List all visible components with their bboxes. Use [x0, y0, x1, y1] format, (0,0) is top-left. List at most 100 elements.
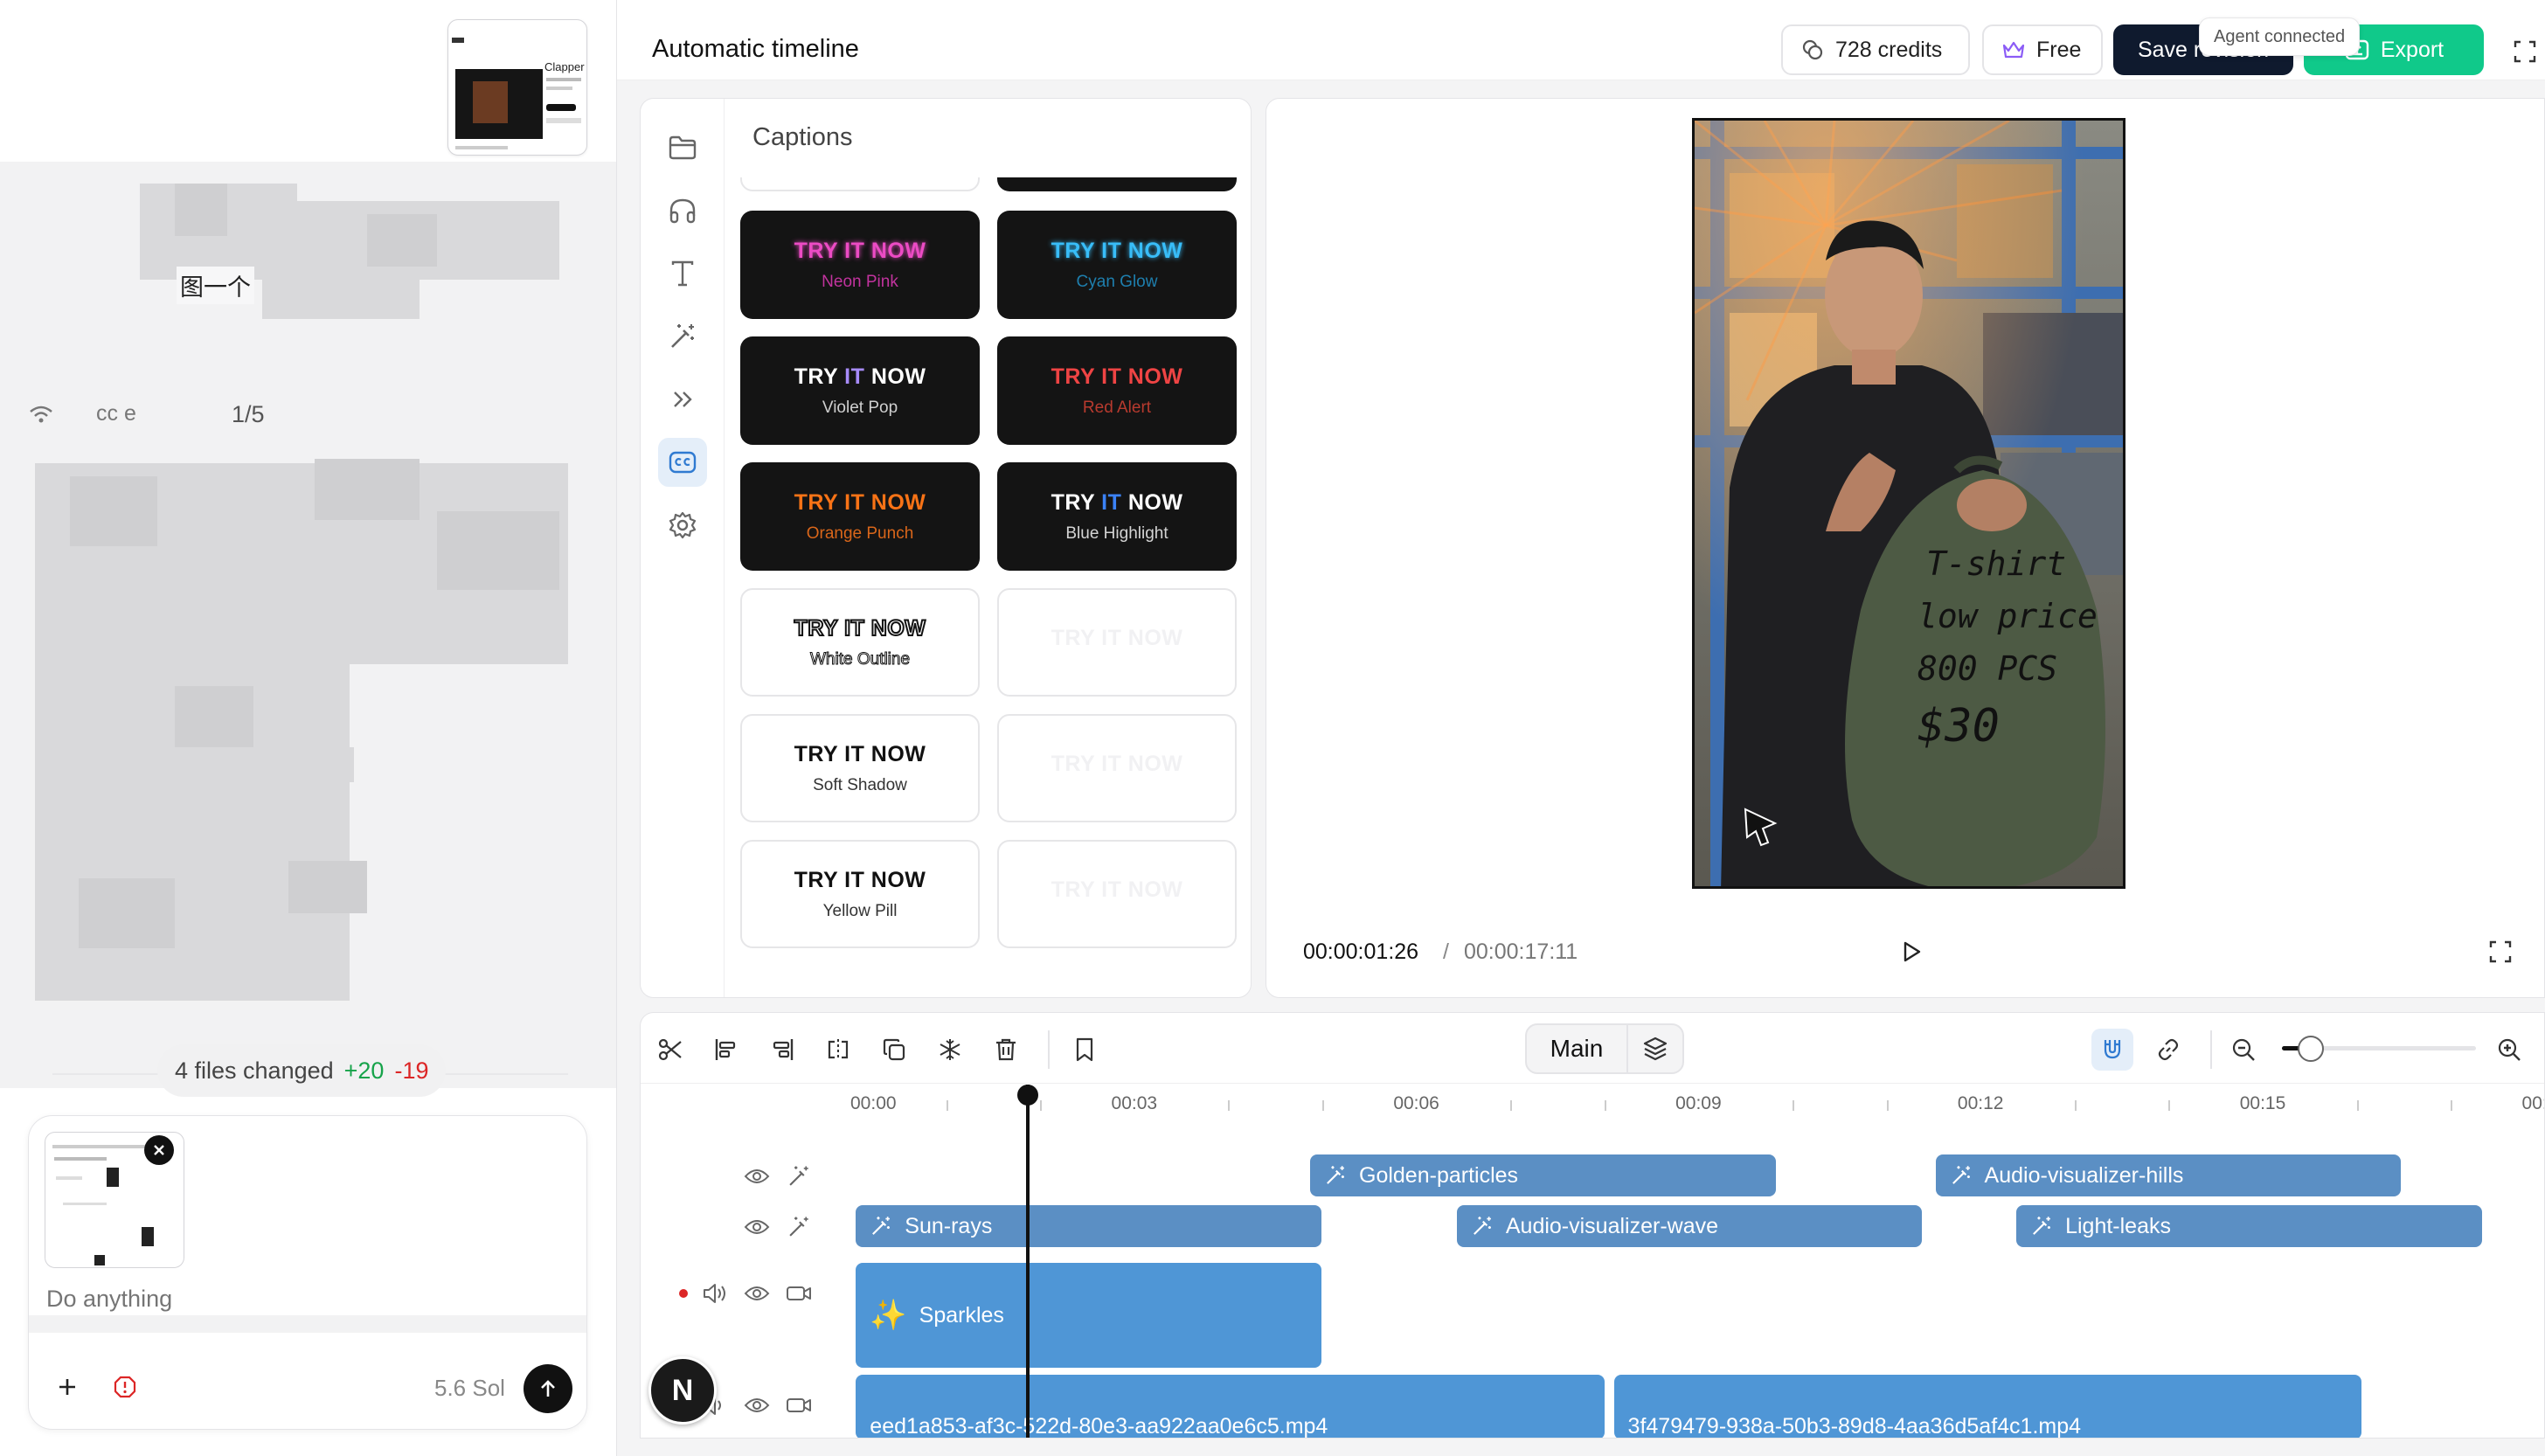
coins-icon — [1800, 38, 1825, 62]
timeline-clip[interactable]: Light-leaks — [2016, 1205, 2482, 1247]
caption-style-card[interactable]: TRY IT NOW Yellow Pill — [740, 840, 980, 948]
timeline-clip[interactable]: Golden-particles — [1310, 1154, 1776, 1196]
track-visibility-toggle[interactable] — [742, 1279, 772, 1308]
caption-style-card[interactable]: Neon Green — [997, 177, 1237, 191]
avatar-letter: N — [671, 1373, 694, 1407]
track-visibility-toggle[interactable] — [742, 1212, 772, 1242]
rail-audio[interactable] — [658, 186, 707, 235]
magic-wand-icon — [2030, 1215, 2053, 1238]
rail-effects[interactable] — [658, 312, 707, 361]
clip-label: Golden-particles — [1359, 1162, 1519, 1188]
fullscreen-icon[interactable] — [2510, 37, 2540, 66]
track-camera-toggle[interactable] — [784, 1390, 814, 1420]
ruler-tick — [1228, 1100, 1231, 1111]
track-camera-toggle[interactable] — [784, 1279, 814, 1308]
rail-folder[interactable] — [658, 123, 707, 172]
zoom-in-button[interactable] — [2488, 1029, 2530, 1071]
ruler-tick — [1604, 1100, 1606, 1111]
caption-style-card[interactable]: TRY IT NOW Violet Pop — [740, 336, 980, 445]
video-camera-icon — [786, 1395, 812, 1416]
split-icon — [825, 1037, 851, 1063]
headphones-icon — [668, 197, 697, 225]
duplicate-button[interactable] — [873, 1029, 915, 1071]
video-preview-panel: T-shirt low price 800 PCS $30 00:00:01:2… — [1266, 98, 2545, 998]
caption-style-card[interactable]: TRY IT NOW — [997, 840, 1237, 948]
rail-settings[interactable] — [658, 501, 707, 550]
freeze-button[interactable] — [929, 1029, 971, 1071]
link-toggle[interactable] — [2147, 1029, 2189, 1071]
caption-style-card[interactable]: TRY IT NOW Blue Highlight — [997, 462, 1237, 571]
caption-style-name: Neon Pink — [822, 272, 898, 291]
align-start-button[interactable] — [705, 1029, 747, 1071]
tool-rail — [641, 99, 725, 997]
warning-icon[interactable] — [109, 1371, 141, 1403]
ruler-tick — [2168, 1100, 2171, 1111]
credits-button[interactable]: 728 credits — [1781, 24, 1970, 75]
zoom-slider-thumb[interactable] — [2297, 1036, 2324, 1062]
crown-icon — [2001, 39, 2026, 60]
timeline-clip[interactable]: ✨ Sparkles — [856, 1263, 1321, 1368]
caption-style-card[interactable]: TRY IT NOW — [997, 714, 1237, 822]
plan-button[interactable]: Free — [1982, 24, 2103, 75]
captions-icon — [668, 449, 697, 475]
caption-style-card[interactable]: TRY IT NOW Neon Pink — [740, 211, 980, 319]
ruler-tick — [2356, 1100, 2359, 1111]
play-button[interactable] — [1892, 933, 1931, 971]
time-ruler[interactable]: 00:00 00:03 00:06 00:09 00:12 00:15 00:18 — [641, 1083, 2544, 1127]
caption-style-card[interactable]: TRY IT NOW — [997, 588, 1237, 697]
avatar[interactable]: N — [648, 1356, 717, 1425]
rail-captions[interactable] — [658, 438, 707, 487]
caption-style-name: Yellow Pill — [822, 901, 898, 920]
caption-style-card[interactable]: TRY IT NOW Soft Shadow — [740, 714, 980, 822]
track-visibility-toggle[interactable] — [742, 1161, 772, 1191]
marker-button[interactable] — [1064, 1029, 1106, 1071]
zoom-slider[interactable] — [2282, 1036, 2476, 1062]
cut-button[interactable] — [649, 1029, 691, 1071]
timeline-clip[interactable]: eed1a853-af3c-522d-80e3-aa922aa0e6c5.mp4 — [856, 1375, 1605, 1438]
caption-styles-grid: ClassicNeon GreenTRY IT NOWNeon PinkTRY … — [725, 177, 1251, 997]
playhead[interactable] — [1016, 1085, 1038, 1438]
align-end-button[interactable] — [761, 1029, 803, 1071]
timeline-clip[interactable]: Audio-visualizer-wave — [1456, 1205, 1923, 1247]
rail-text[interactable] — [658, 249, 707, 298]
eye-icon — [744, 1284, 770, 1303]
speaker-icon — [702, 1282, 728, 1305]
bag-text-line-3: 800 PCS — [1917, 649, 2057, 688]
track-selector[interactable]: Main — [1525, 1023, 1684, 1074]
expand-preview-button[interactable] — [2483, 934, 2518, 969]
timeline-clip[interactable]: Audio-visualizer-hills — [1935, 1154, 2402, 1196]
caption-preview-text: TRY IT NOW — [794, 615, 926, 641]
track-effects-toggle[interactable] — [784, 1212, 814, 1242]
snap-toggle[interactable] — [2091, 1029, 2133, 1071]
sidebar-top: Clapper — [0, 0, 616, 162]
files-changed-pill[interactable]: 4 files changed +20 -19 — [157, 1044, 447, 1097]
caption-style-card[interactable]: Classic — [740, 177, 980, 191]
composer-input[interactable] — [46, 1280, 571, 1317]
magic-wand-icon — [1950, 1164, 1973, 1187]
split-button[interactable] — [817, 1029, 859, 1071]
remove-attachment-button[interactable] — [144, 1135, 174, 1165]
timeline-clip[interactable]: 3f479479-938a-50b3-89d8-4aa36d5af4c1.mp4 — [1613, 1375, 2361, 1438]
caption-style-card[interactable]: TRY IT NOW Red Alert — [997, 336, 1237, 445]
ruler-label: 00:12 — [1957, 1093, 2004, 1113]
rail-transitions[interactable] — [658, 375, 707, 424]
delete-button[interactable] — [985, 1029, 1027, 1071]
add-attachment-button[interactable] — [50, 1369, 85, 1404]
settings-icon — [668, 510, 697, 540]
chat-sidebar: Clapper 图一个 cc e 1/5 4 files changed +20… — [0, 0, 617, 1456]
track-effects-toggle[interactable] — [784, 1161, 814, 1191]
caption-style-card[interactable]: TRY IT NOW White Outline — [740, 588, 980, 697]
timeline-clip[interactable]: Sun-rays — [856, 1205, 1321, 1247]
trash-icon — [993, 1037, 1019, 1063]
page-thumbnail[interactable]: Clapper — [447, 19, 587, 156]
ruler-tick — [2451, 1100, 2453, 1111]
video-frame-image: T-shirt low price 800 PCS $30 — [1695, 121, 2123, 886]
send-button[interactable] — [524, 1364, 572, 1413]
zoom-out-button[interactable] — [2223, 1029, 2264, 1071]
caption-style-card[interactable]: TRY IT NOW Orange Punch — [740, 462, 980, 571]
video-frame[interactable]: T-shirt low price 800 PCS $30 — [1692, 118, 2125, 889]
track-mute-toggle[interactable] — [700, 1279, 730, 1308]
snowflake-icon — [937, 1037, 963, 1063]
track-visibility-toggle[interactable] — [742, 1390, 772, 1420]
caption-style-card[interactable]: TRY IT NOW Cyan Glow — [997, 211, 1237, 319]
